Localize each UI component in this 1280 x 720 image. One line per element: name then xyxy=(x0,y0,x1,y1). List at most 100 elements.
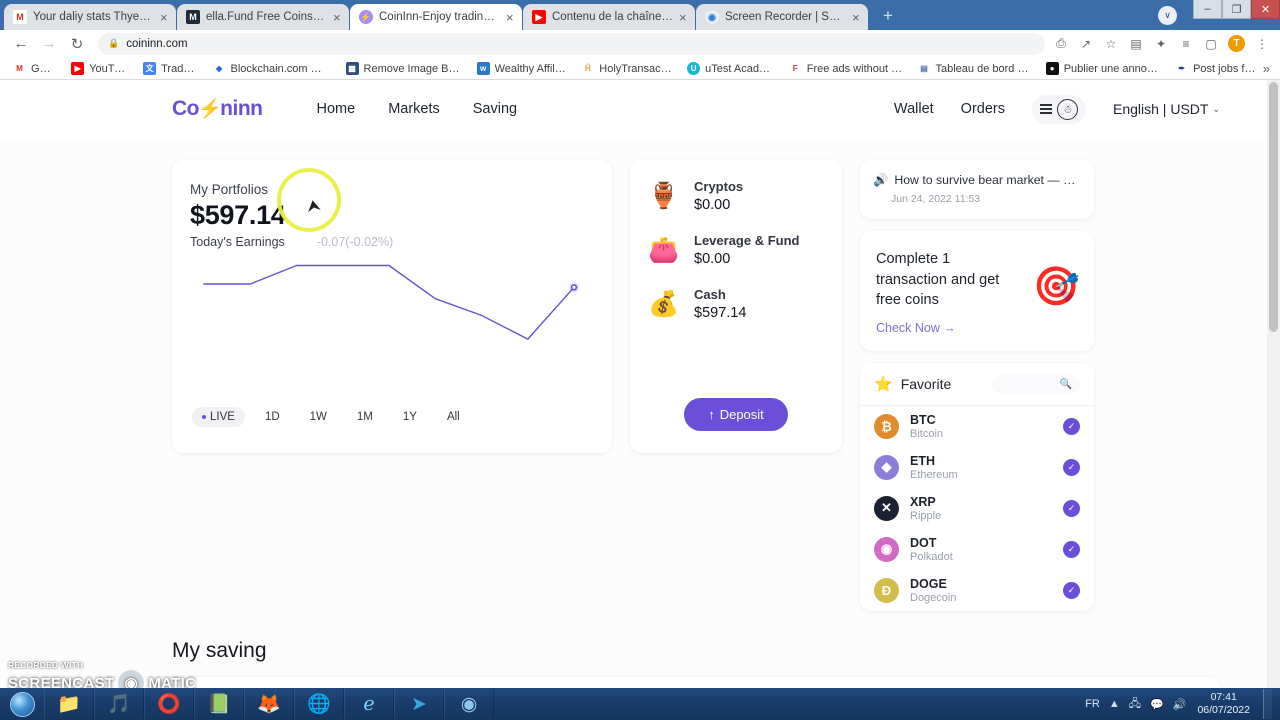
tab-close-icon[interactable]: × xyxy=(506,11,516,24)
tray-language[interactable]: FR xyxy=(1085,698,1100,710)
coininn-logo[interactable]: Co ⚡ ninn xyxy=(172,97,263,121)
favorite-coin-row[interactable]: ◉ DOT Polkadot ✓ xyxy=(860,529,1094,570)
bookmark-item[interactable]: ✒ Post jobs free xyxy=(1168,62,1263,75)
bookmark-star-icon[interactable]: ☆ xyxy=(1103,36,1119,52)
bookmarks-overflow-button[interactable]: » xyxy=(1263,61,1274,76)
bookmark-item[interactable]: F Free ads without re... xyxy=(782,62,911,75)
taskbar-chrome[interactable]: 🌐 xyxy=(294,689,344,719)
taskbar-firefox[interactable]: 🦊 xyxy=(244,689,294,719)
browser-tab[interactable]: ◉ Screen Recorder | Screencast-O × xyxy=(696,4,868,30)
bookmark-label: YouTube xyxy=(89,62,130,75)
window-maximize-button[interactable]: ❐ xyxy=(1222,0,1251,19)
nav-item-orders[interactable]: Orders xyxy=(961,101,1005,117)
bookmark-item[interactable]: ▩ Remove Image Bac... xyxy=(339,62,470,75)
balance-row-cash[interactable]: 💰 Cash $597.14 xyxy=(646,286,826,322)
tab-close-icon[interactable]: × xyxy=(679,11,689,24)
windows-start-button[interactable] xyxy=(0,688,44,720)
taskbar-telegram[interactable]: ➤ xyxy=(394,689,444,719)
page-scrollbar[interactable] xyxy=(1267,80,1280,694)
volume-icon[interactable]: 🔊 xyxy=(1173,698,1187,711)
favorite-check-icon[interactable]: ✓ xyxy=(1063,417,1080,435)
taskbar-internet-explorer[interactable]: ℯ xyxy=(344,689,394,719)
site-header: Co ⚡ ninn Home Markets Saving Wallet Ord… xyxy=(0,80,1280,138)
account-menu-button[interactable]: ☃ xyxy=(1032,94,1086,124)
bookmark-item[interactable]: ▤ Tableau de bord uti... xyxy=(910,62,1038,75)
show-hidden-icons-button[interactable]: ▲ xyxy=(1109,698,1120,710)
chevron-down-icon[interactable]: ∨ xyxy=(1158,5,1177,25)
media-list-icon[interactable]: ≡ xyxy=(1178,36,1194,52)
browser-tab-active[interactable]: ⚡ CoinInn-Enjoy trading cryptos × xyxy=(350,4,522,30)
favorite-check-icon[interactable]: ✓ xyxy=(1063,458,1080,476)
tab-close-icon[interactable]: × xyxy=(160,11,170,24)
nav-item-wallet[interactable]: Wallet xyxy=(894,101,934,117)
action-center-icon[interactable]: 💬 xyxy=(1150,698,1164,711)
range-live[interactable]: LIVE xyxy=(192,407,245,427)
nav-item-markets[interactable]: Markets xyxy=(388,101,440,117)
translate-icon[interactable]: ⎙ xyxy=(1053,36,1069,52)
favorite-check-icon[interactable]: ✓ xyxy=(1063,540,1080,558)
show-desktop-button[interactable] xyxy=(1263,689,1272,719)
language-currency-selector[interactable]: English | USDT ⌄ xyxy=(1113,101,1220,117)
window-minimize-button[interactable]: – xyxy=(1193,0,1222,19)
window-close-button[interactable]: ✕ xyxy=(1251,0,1280,19)
reload-button[interactable]: ↻ xyxy=(64,32,90,56)
deposit-button[interactable]: ↑ Deposit xyxy=(684,398,788,431)
balance-row-cryptos[interactable]: 🏺 Cryptos $0.00 xyxy=(646,178,826,214)
bookmark-item[interactable]: Ĥ HolyTransaction xyxy=(574,62,680,75)
taskbar-excel[interactable]: 📗 xyxy=(194,689,244,719)
taskbar-clock[interactable]: 07:41 06/07/2022 xyxy=(1195,691,1250,717)
range-1d[interactable]: 1D xyxy=(255,407,290,427)
new-tab-button[interactable]: + xyxy=(875,3,901,29)
range-1m[interactable]: 1M xyxy=(347,407,383,427)
share-icon[interactable]: ↗ xyxy=(1078,36,1094,52)
favorite-coin-row[interactable]: ◆ ETH Ethereum ✓ xyxy=(860,447,1094,488)
header-right: Wallet Orders ☃ English | USDT ⌄ xyxy=(894,94,1220,124)
favorite-search-input[interactable]: 🔍 xyxy=(992,374,1080,394)
sidepanel-icon[interactable]: ▢ xyxy=(1203,36,1219,52)
taskbar-media-player[interactable]: 🎵 xyxy=(94,689,144,719)
tab-close-icon[interactable]: × xyxy=(852,11,862,24)
check-now-link[interactable]: Check Now → xyxy=(876,321,956,335)
scrollbar-thumb[interactable] xyxy=(1269,82,1278,332)
favorite-coin-row[interactable]: ₿ BTC Bitcoin ✓ xyxy=(860,406,1094,447)
taskbar-screencast-recorder[interactable]: ◉ xyxy=(444,689,494,719)
reading-list-icon[interactable]: ▤ xyxy=(1128,36,1144,52)
bookmark-item[interactable]: ▶ YouTube xyxy=(64,62,136,75)
browser-tab[interactable]: M ella.Fund Free Coins - Air Drop × xyxy=(177,4,349,30)
bookmark-item[interactable]: UuTest Academy xyxy=(680,62,782,75)
chrome-menu-icon[interactable]: ⋮ xyxy=(1254,36,1270,52)
bookmark-item[interactable]: 文 Traduire xyxy=(136,62,205,75)
forward-button[interactable]: → xyxy=(36,32,62,56)
address-bar[interactable]: 🔒 coininn.com xyxy=(98,32,1045,55)
favorite-coin-row[interactable]: ✕ XRP Ripple ✓ xyxy=(860,488,1094,529)
bookmark-label: Free ads without re... xyxy=(806,62,904,75)
browser-tab[interactable]: ▶ Contenu de la chaîne - YouTube × xyxy=(523,4,695,30)
extensions-puzzle-icon[interactable]: ✦ xyxy=(1153,36,1169,52)
range-1w[interactable]: 1W xyxy=(300,407,337,427)
speaker-icon: 🔊 xyxy=(873,173,889,187)
language-currency-label: English | USDT xyxy=(1113,101,1209,117)
favorite-check-icon[interactable]: ✓ xyxy=(1063,499,1080,517)
range-all[interactable]: All xyxy=(437,407,470,427)
bookmark-item[interactable]: w Wealthy Affiliate xyxy=(470,62,575,75)
network-icon[interactable]: 🖧 xyxy=(1129,695,1141,714)
balance-row-leverage[interactable]: 👛 Leverage & Fund $0.00 xyxy=(646,232,826,268)
taskbar-opera[interactable]: ⭕ xyxy=(144,689,194,719)
profile-avatar[interactable]: T xyxy=(1228,35,1245,52)
promo-card: Complete 1 transaction and get free coin… xyxy=(860,231,1094,351)
taskbar-file-explorer[interactable]: 📁 xyxy=(44,689,94,719)
bookmark-item[interactable]: ◆ Blockchain.com Wal... xyxy=(206,62,339,75)
nav-item-saving[interactable]: Saving xyxy=(473,101,517,117)
coin-symbol: DOGE xyxy=(910,576,947,591)
browser-tab[interactable]: M Your daliy stats Thyescoo (Accou × xyxy=(4,4,176,30)
nav-item-home[interactable]: Home xyxy=(317,101,356,117)
back-button[interactable]: ← xyxy=(8,32,34,56)
favorite-coin-row[interactable]: Đ DOGE Dogecoin ✓ xyxy=(860,570,1094,611)
bookmark-label: uTest Academy xyxy=(705,62,775,75)
bookmark-item[interactable]: M Gmail xyxy=(6,62,64,75)
bookmark-item[interactable]: ● Publier une annonc... xyxy=(1039,62,1168,75)
range-1y[interactable]: 1Y xyxy=(393,407,427,427)
tab-close-icon[interactable]: × xyxy=(333,11,343,24)
news-card[interactable]: 🔊 How to survive bear market — Coi... Ju… xyxy=(860,160,1094,219)
favorite-check-icon[interactable]: ✓ xyxy=(1063,581,1080,599)
